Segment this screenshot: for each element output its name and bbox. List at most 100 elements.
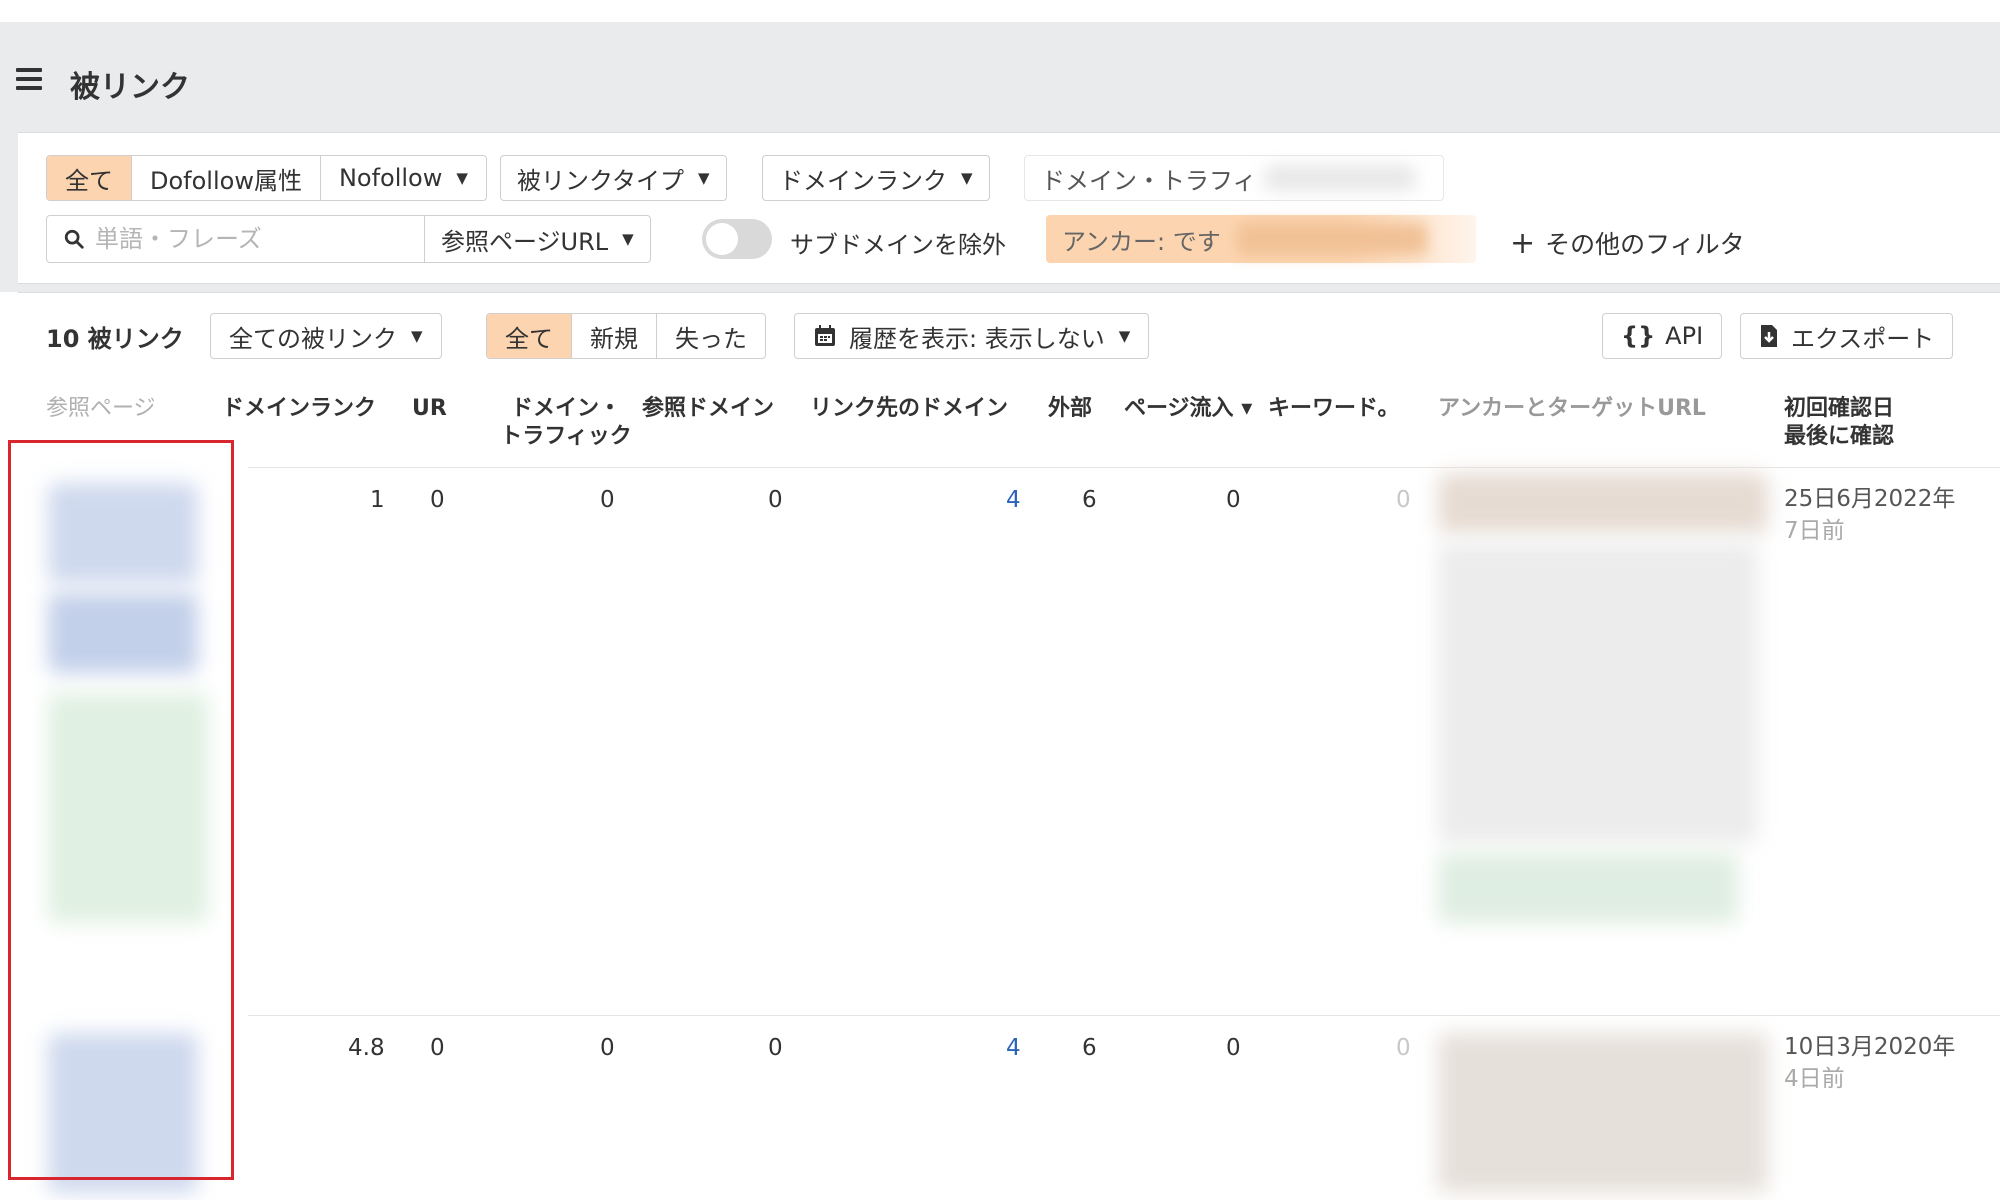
all-backlinks-label: 全ての被リンク xyxy=(229,324,397,353)
col-page-traffic[interactable]: ページ流入 ▾ xyxy=(1124,395,1252,423)
page-title: 被リンク xyxy=(70,70,190,105)
row2-ur: 0 xyxy=(430,1035,445,1061)
ref-page-url-dropdown[interactable]: 参照ページURL ▼ xyxy=(424,215,651,263)
row2-linked-domains-link[interactable]: 4 xyxy=(1006,1035,1021,1061)
row1-ref-page-title-blur[interactable] xyxy=(48,593,198,673)
col-keywords[interactable]: キーワード。 xyxy=(1268,395,1400,423)
menu-icon[interactable] xyxy=(16,68,42,90)
calendar-icon xyxy=(815,325,835,346)
more-filters-button[interactable]: + その他のフィルタ xyxy=(1510,225,1745,261)
export-label: エクスポート xyxy=(1791,324,1935,353)
row1-anchor-text-blur xyxy=(1438,543,1758,843)
col-first-seen[interactable]: 初回確認日 最後に確認 xyxy=(1784,395,1894,451)
row-divider xyxy=(248,1015,2000,1016)
app-root: 被リンク 全て Dofollow属性 Nofollow ▼ 被リンクタイプ ▼ ドメ… xyxy=(0,0,2000,1200)
blurred-text xyxy=(1264,165,1415,191)
row2-last-seen: 4日前 xyxy=(1784,1066,1845,1092)
row1-page-traffic: 0 xyxy=(1226,487,1241,513)
col-external[interactable]: 外部 xyxy=(1048,395,1092,423)
backlink-count: 10 被リンク xyxy=(46,325,184,353)
row1-anchor-blur[interactable] xyxy=(1438,473,1768,533)
domain-rank-dropdown[interactable]: ドメインランク ▼ xyxy=(762,155,990,201)
backlinks-table-panel: 10 被リンク 全ての被リンク ▼ 全て 新規 失った 履歴を表示: 表示しない ▼… xyxy=(18,292,2000,1200)
search-field[interactable] xyxy=(46,215,426,263)
filter-panel: 全て Dofollow属性 Nofollow ▼ 被リンクタイプ ▼ ドメインランク… xyxy=(18,132,2000,284)
row2-anchor-blur[interactable] xyxy=(1438,1033,1768,1193)
row1-ref-domains: 0 xyxy=(768,487,783,513)
blurred-text xyxy=(1236,223,1427,255)
anchor-filter-chip[interactable]: アンカー: です xyxy=(1046,215,1476,263)
dofollow-button[interactable]: Dofollow属性 xyxy=(132,156,321,200)
domain-traffic-dropdown[interactable]: ドメイン・トラフィ xyxy=(1024,155,1444,201)
api-label: API xyxy=(1665,322,1704,350)
backlink-type-label: 被リンクタイプ xyxy=(517,166,685,195)
caret-down-icon: ▼ xyxy=(622,230,634,248)
row1-last-seen: 7日前 xyxy=(1784,518,1845,544)
row2-external: 6 xyxy=(1082,1035,1097,1061)
col-ref-page[interactable]: 参照ページ xyxy=(46,395,156,423)
row1-linked-domains-link[interactable]: 4 xyxy=(1006,487,1021,513)
row2-ref-domains: 0 xyxy=(768,1035,783,1061)
domain-rank-label: ドメインランク xyxy=(779,166,947,195)
col-linked-domains[interactable]: リンク先のドメイン xyxy=(810,395,1008,423)
status-segment: 全て 新規 失った xyxy=(486,313,766,359)
nofollow-dropdown[interactable]: Nofollow ▼ xyxy=(321,156,486,200)
row1-first-seen: 25日6月2022年 xyxy=(1784,486,1956,512)
caret-down-icon: ▼ xyxy=(961,169,973,187)
nofollow-label: Nofollow xyxy=(338,164,443,192)
row2-keywords: 0 xyxy=(1396,1035,1411,1061)
all-backlinks-dropdown[interactable]: 全ての被リンク ▼ xyxy=(210,313,442,359)
exclude-subdomains-label: サブドメインを除外 xyxy=(790,231,1006,259)
search-icon xyxy=(64,229,84,249)
col-first-seen-label: 初回確認日 xyxy=(1784,396,1895,421)
row2-domain-traffic: 0 xyxy=(600,1035,615,1061)
col-anchor-target[interactable]: アンカーとターゲットURL xyxy=(1438,395,1706,423)
status-all-button[interactable]: 全て xyxy=(487,314,572,358)
exclude-subdomains-toggle[interactable] xyxy=(702,219,772,259)
api-button[interactable]: {} API xyxy=(1602,313,1723,359)
search-input[interactable] xyxy=(95,225,415,253)
col-last-seen-label: 最後に確認 xyxy=(1784,424,1895,449)
row1-domain-rank: 1 xyxy=(370,487,385,513)
row1-keywords: 0 xyxy=(1396,487,1411,513)
plus-icon: + xyxy=(1510,226,1536,261)
row1-ur: 0 xyxy=(430,487,445,513)
row1-dates: 25日6月2022年 7日前 xyxy=(1784,483,1955,547)
caret-down-icon: ▼ xyxy=(698,169,710,187)
col-domain-rank[interactable]: ドメインランク xyxy=(222,395,376,423)
anchor-chip-label: アンカー: です xyxy=(1062,227,1221,256)
caret-down-icon: ▼ xyxy=(1118,327,1131,345)
col-domain-traffic[interactable]: ドメイン・ トラフィック xyxy=(496,395,636,451)
col-ur[interactable]: UR xyxy=(412,395,447,423)
caret-down-icon: ▼ xyxy=(411,327,423,345)
api-braces-icon: {} xyxy=(1621,322,1656,350)
export-icon xyxy=(1761,325,1777,347)
status-lost-button[interactable]: 失った xyxy=(657,314,765,358)
header-band: 被リンク 全て Dofollow属性 Nofollow ▼ 被リンクタイプ ▼ ドメ… xyxy=(0,22,2000,292)
row1-ref-page-title-blur[interactable] xyxy=(48,483,198,583)
row2-page-traffic: 0 xyxy=(1226,1035,1241,1061)
row1-ref-page-url-blur[interactable] xyxy=(48,693,208,923)
row2-first-seen: 10日3月2020年 xyxy=(1784,1034,1956,1060)
backlink-type-dropdown[interactable]: 被リンクタイプ ▼ xyxy=(500,155,727,201)
row1-domain-traffic: 0 xyxy=(600,487,615,513)
ref-page-url-label: 参照ページURL xyxy=(441,227,609,256)
follow-segment: 全て Dofollow属性 Nofollow ▼ xyxy=(46,155,487,201)
more-filters-label: その他のフィルタ xyxy=(1545,230,1745,259)
export-button[interactable]: エクスポート xyxy=(1740,313,1954,359)
header-divider xyxy=(248,467,2000,468)
col-domain-traffic-line1: ドメイン・ xyxy=(510,396,621,421)
col-ref-domains[interactable]: 参照ドメイン xyxy=(642,395,774,423)
col-domain-traffic-line2: トラフィック xyxy=(500,424,632,449)
status-new-button[interactable]: 新規 xyxy=(572,314,657,358)
follow-all-button[interactable]: 全て xyxy=(47,156,132,200)
toggle-knob xyxy=(706,223,738,255)
row1-external: 6 xyxy=(1082,487,1097,513)
row1-target-url-blur[interactable] xyxy=(1438,853,1738,923)
row2-domain-rank: 4.8 xyxy=(348,1035,385,1061)
row2-dates: 10日3月2020年 4日前 xyxy=(1784,1031,1955,1095)
row2-ref-page-title-blur[interactable] xyxy=(48,1033,198,1193)
history-dropdown[interactable]: 履歴を表示: 表示しない ▼ xyxy=(794,313,1150,359)
history-label: 履歴を表示: 表示しない xyxy=(849,324,1105,353)
caret-down-icon: ▼ xyxy=(456,169,468,187)
